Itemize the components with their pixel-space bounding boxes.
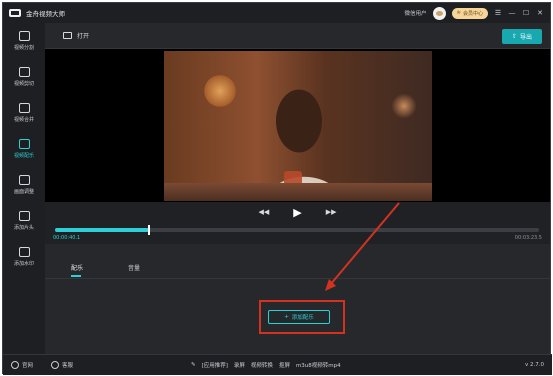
music-icon [18,139,30,149]
active-tab-indicator [71,275,81,277]
recommend-label: [应用推荐] [201,363,228,369]
version-label: v 2.7.0 [525,362,544,368]
menu-icon[interactable]: ☰ [494,9,502,17]
status-bar: 官网 客服 ✎ [应用推荐] 录屏 视频转换 抠屏 m3u8视频转mp4 v 2… [3,354,552,375]
sidebar-item-adjust[interactable]: 画面调整 [3,167,45,203]
intro-icon [18,211,30,221]
progress-fill [55,228,150,232]
sidebar-item-merge[interactable]: 视频合并 [3,95,45,131]
website-link[interactable]: 官网 [11,361,33,369]
sidebar-item-intro[interactable]: 添加片头 [3,203,45,239]
total-time: 00:03:23.5 [514,235,542,241]
export-label: 导出 [520,34,533,41]
sidebar-item-watermark[interactable]: 添加水印 [3,239,45,275]
arrow-head [325,279,336,291]
app-logo-icon [9,9,21,17]
title-bar: 金舟视频大师 微信用户 ♔ 会员中心 ☰ — ☐ ✕ [3,3,550,23]
globe-icon [11,361,19,369]
sidebar-item-label: 视频分割 [13,45,34,51]
link-screen-record[interactable]: 录屏 [234,361,245,369]
folder-icon [63,32,72,39]
sidebar-item-music[interactable]: 视频配乐 [3,131,45,167]
sidebar-item-label: 添加水印 [13,261,34,267]
tab-music[interactable]: 配乐 [71,263,83,272]
sidebar: 视频分割 视频剪切 视频合并 视频配乐 画面调整 添加片头 添加水印 [3,23,45,354]
recommend-links: ✎ [应用推荐] 录屏 视频转换 抠屏 m3u8视频转mp4 [191,361,341,369]
export-button[interactable]: ⇧ 导出 [502,29,542,44]
rewind-icon[interactable]: ◀◀ [258,208,269,216]
playback-controls: ◀◀ ▶ ▶▶ [45,202,550,222]
megaphone-icon: ✎ [191,362,196,368]
sidebar-item-label: 视频合并 [13,117,34,123]
user-name[interactable]: 微信用户 [404,9,426,17]
open-button[interactable]: 打开 [63,31,89,40]
sidebar-item-cut[interactable]: 视频剪切 [3,59,45,95]
sidebar-item-label: 画面调整 [13,189,34,195]
sidebar-item-label: 视频剪切 [13,81,34,87]
crown-icon: ♔ [456,10,461,16]
current-time: 00:00:40.1 [53,235,81,241]
play-icon[interactable]: ▶ [293,206,301,219]
add-music-label: 添加配乐 [291,315,314,321]
main-panel: 打开 ⇧ 导出 ◀◀ ▶ ▶▶ 00:00:40.1 00:03:23.5 配乐… [45,23,550,354]
avatar[interactable] [432,6,446,20]
tab-bar: 配乐 音量 [45,257,550,279]
forward-icon[interactable]: ▶▶ [326,208,337,216]
headset-icon [51,361,60,369]
watermark-icon [18,247,30,257]
merge-icon [18,103,30,113]
sidebar-item-split[interactable]: 视频分割 [3,23,45,59]
frame-table [164,183,432,201]
app-window: 金舟视频大师 微信用户 ♔ 会员中心 ☰ — ☐ ✕ 视频分割 视频剪切 视频合… [2,2,552,375]
scissors-icon [18,67,30,77]
app-title: 金舟视频大师 [26,10,65,18]
plus-icon: + [284,314,289,320]
split-icon [18,31,30,41]
open-label: 打开 [77,33,90,40]
link-video-convert[interactable]: 视频转换 [251,361,273,369]
vip-center-button[interactable]: ♔ 会员中心 [451,7,488,19]
tab-volume[interactable]: 音量 [128,263,140,272]
titlebar-right: 微信用户 ♔ 会员中心 ☰ — ☐ ✕ [404,6,544,20]
progress-handle[interactable] [148,225,151,235]
close-icon[interactable]: ✕ [536,9,544,17]
timeline: 00:00:40.1 00:03:23.5 [45,222,550,244]
export-icon: ⇧ [511,33,517,40]
link-m3u8-to-mp4[interactable]: m3u8视频转mp4 [296,361,341,369]
minimize-icon[interactable]: — [508,9,516,17]
link-screen-cutout[interactable]: 抠屏 [279,361,290,369]
website-label: 官网 [22,363,34,369]
support-label: 客服 [62,363,74,369]
vip-label: 会员中心 [462,10,483,17]
video-preview-area [45,49,550,202]
maximize-icon[interactable]: ☐ [522,9,530,17]
video-frame[interactable] [164,51,432,201]
toolbar: 打开 ⇧ 导出 [45,23,550,49]
add-music-button[interactable]: + 添加配乐 [268,310,330,324]
progress-track[interactable] [55,225,539,235]
sidebar-item-label: 视频配乐 [13,153,34,159]
support-link[interactable]: 客服 [51,361,73,369]
crop-icon [18,175,30,185]
sidebar-item-label: 添加片头 [13,225,34,231]
